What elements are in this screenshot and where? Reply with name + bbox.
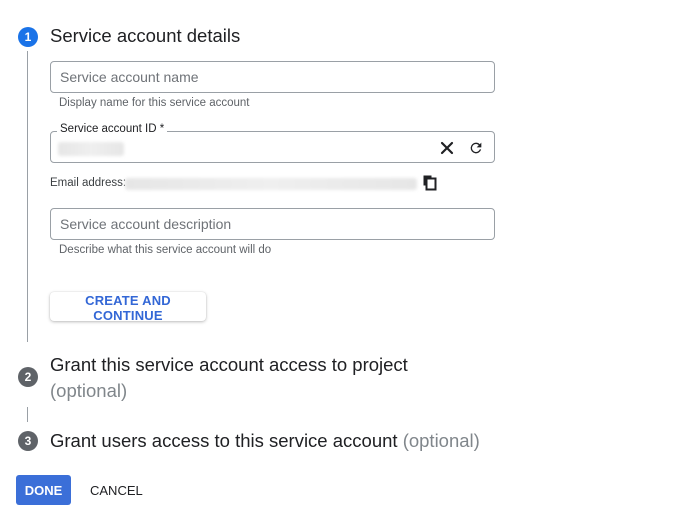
service-account-id-field[interactable]: Service account ID * bbox=[50, 123, 495, 163]
step-1-title[interactable]: Service account details bbox=[50, 25, 240, 47]
service-account-id-value-redacted bbox=[58, 142, 124, 156]
service-account-description-field[interactable] bbox=[50, 208, 495, 240]
step-1-title-text: Service account details bbox=[50, 25, 241, 46]
service-account-id-label: Service account ID * bbox=[57, 123, 168, 135]
cancel-button[interactable]: CANCEL bbox=[84, 475, 148, 505]
step-2-title-text: Grant this service account access to pro… bbox=[50, 354, 408, 375]
email-address-label: Email address: bbox=[50, 177, 127, 189]
step-3-number: 3 bbox=[18, 431, 38, 451]
service-account-name-field[interactable] bbox=[50, 61, 495, 93]
step-3-title-text: Grant users access to this service accou… bbox=[50, 430, 398, 451]
step-2-optional-label: (optional) bbox=[50, 380, 128, 401]
step-connector-1 bbox=[27, 51, 28, 342]
step-2-number: 2 bbox=[18, 367, 38, 387]
close-icon[interactable] bbox=[436, 137, 458, 159]
copy-icon[interactable] bbox=[419, 172, 441, 194]
step-3-title[interactable]: Grant users access to this service accou… bbox=[50, 430, 480, 452]
step-1-number: 1 bbox=[18, 27, 38, 47]
done-button[interactable]: DONE bbox=[16, 475, 71, 505]
create-and-continue-button[interactable]: CREATE AND CONTINUE bbox=[50, 292, 206, 323]
service-account-name-input[interactable] bbox=[60, 62, 483, 92]
service-account-description-input[interactable] bbox=[60, 209, 483, 239]
service-account-description-hint: Describe what this service account will … bbox=[59, 244, 272, 256]
step-connector-2 bbox=[27, 407, 28, 422]
email-address-value-redacted bbox=[125, 178, 417, 190]
service-account-name-hint: Display name for this service account bbox=[59, 97, 250, 109]
step-2-title[interactable]: Grant this service account access to pro… bbox=[50, 352, 408, 404]
step-3-optional-label: (optional) bbox=[402, 430, 480, 451]
refresh-icon[interactable] bbox=[465, 137, 487, 159]
